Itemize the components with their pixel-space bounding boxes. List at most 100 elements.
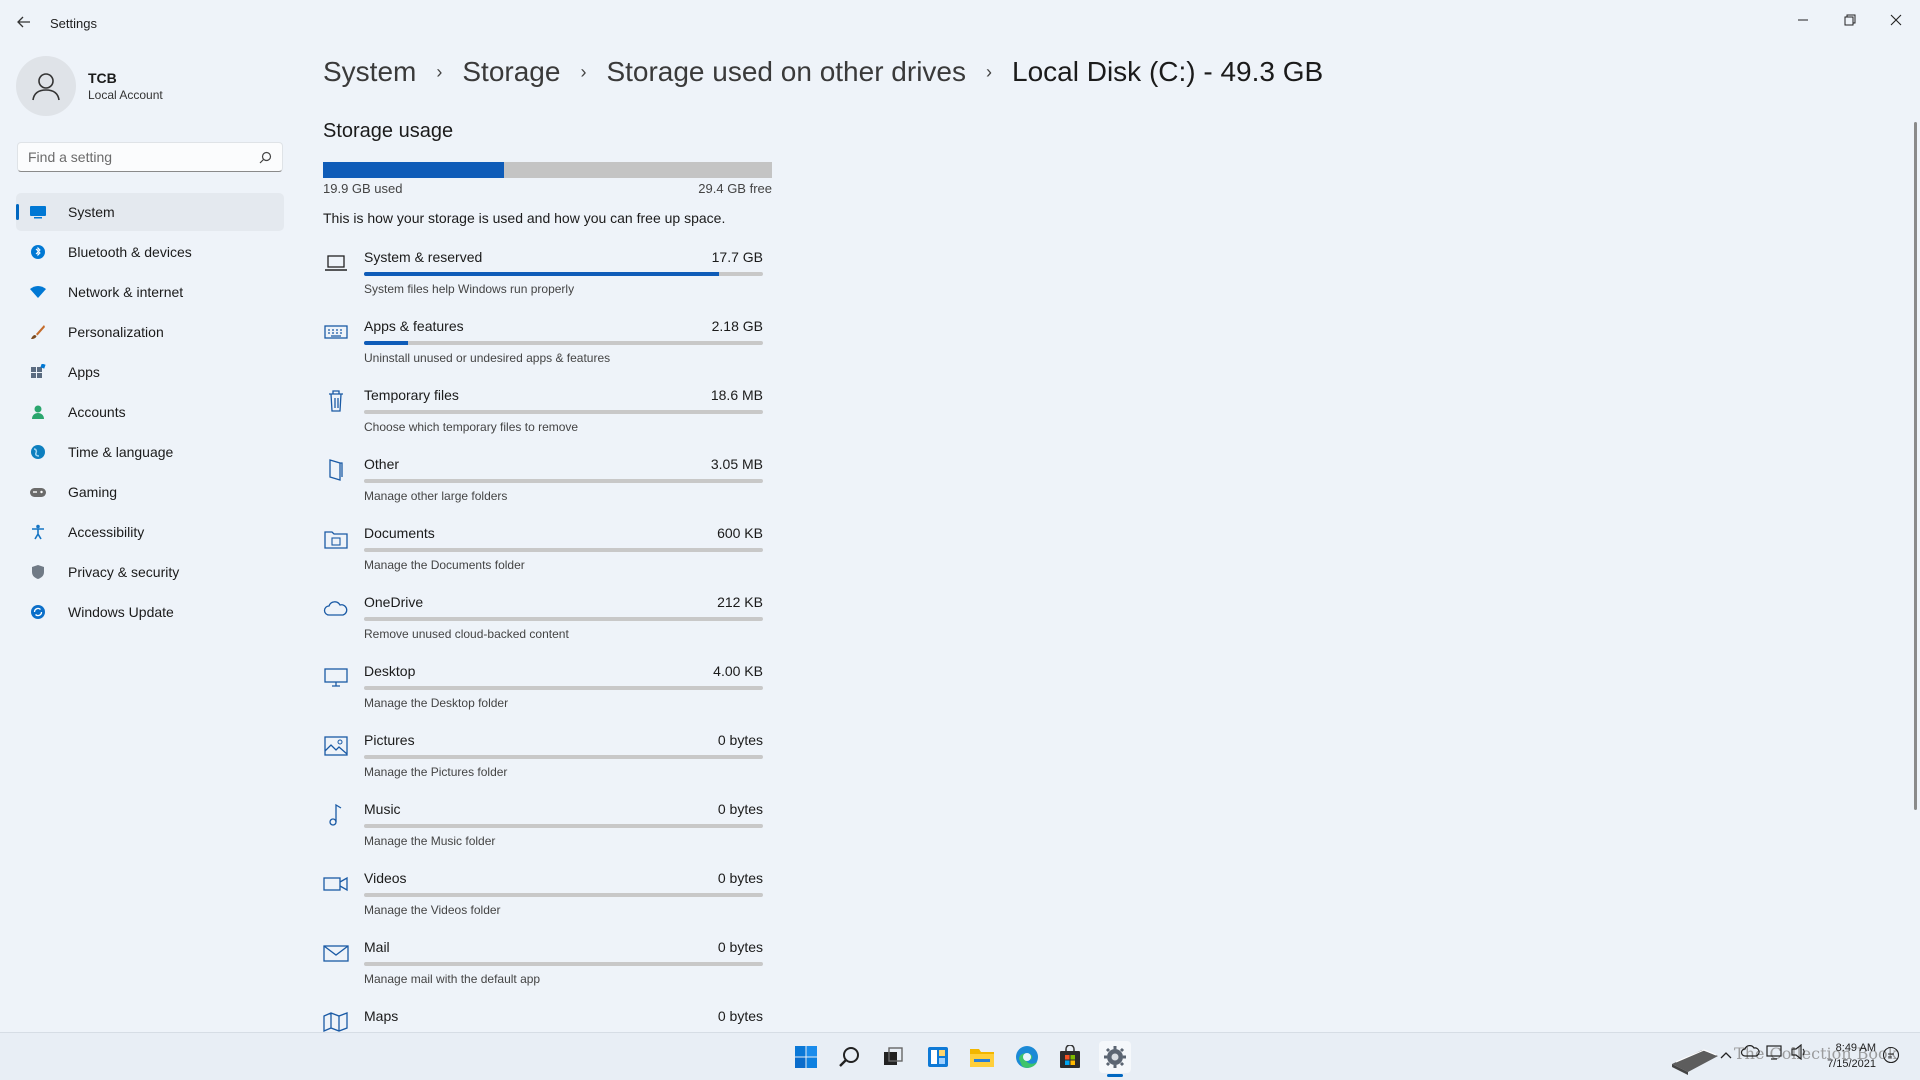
category-bar	[364, 755, 763, 759]
laptop-icon	[323, 250, 349, 276]
widgets-icon[interactable]	[922, 1041, 954, 1073]
category-bar	[364, 410, 763, 414]
settings-icon[interactable]	[1099, 1041, 1131, 1073]
category-bar	[364, 824, 763, 828]
storage-free-label: 29.4 GB free	[698, 181, 772, 196]
chevron-right-icon: ›	[436, 61, 443, 82]
gamepad-icon	[28, 482, 48, 502]
category-name: Music	[364, 801, 401, 817]
storage-description: This is how your storage is used and how…	[323, 210, 726, 226]
category-description: Manage the Documents folder	[364, 558, 525, 572]
book-watermark-icon	[1668, 1036, 1724, 1079]
notifications-icon[interactable]	[1882, 1046, 1900, 1067]
category-onedrive[interactable]: OneDrive 212 KB Remove unused cloud-back…	[323, 591, 763, 660]
user-profile[interactable]: TCB Local Account	[16, 56, 163, 116]
back-arrow-icon	[17, 16, 30, 28]
breadcrumb-other-drives[interactable]: Storage used on other drives	[606, 56, 966, 88]
sidebar-item-accounts[interactable]: Accounts	[16, 393, 284, 431]
task-view-icon[interactable]	[877, 1041, 909, 1073]
category-size: 18.6 MB	[710, 387, 763, 403]
sidebar-item-time-language[interactable]: Time & language	[16, 433, 284, 471]
sidebar-item-label: Gaming	[68, 484, 118, 500]
category-music[interactable]: Music 0 bytes Manage the Music folder	[323, 798, 763, 867]
search-icon[interactable]	[834, 1041, 866, 1073]
category-other[interactable]: Other 3.05 MB Manage other large folders	[323, 453, 763, 522]
sidebar-item-label: Windows Update	[68, 604, 174, 620]
category-bar	[364, 962, 763, 966]
sidebar-item-label: System	[68, 204, 115, 220]
onedrive-tray-icon[interactable]	[1740, 1044, 1760, 1061]
category-temporary-files[interactable]: Temporary files 18.6 MB Choose which tem…	[323, 384, 763, 453]
category-desktop[interactable]: Desktop 4.00 KB Manage the Desktop folde…	[323, 660, 763, 729]
documents-icon	[323, 526, 349, 552]
sidebar-item-label: Time & language	[68, 444, 174, 460]
system-icon	[28, 202, 48, 222]
category-system-reserved[interactable]: System & reserved 17.7 GB System files h…	[323, 246, 763, 315]
breadcrumb-storage[interactable]: Storage	[462, 56, 560, 88]
breadcrumb-system[interactable]: System	[323, 56, 416, 88]
category-name: Pictures	[364, 732, 415, 748]
clock-time[interactable]: 8:49 AM	[1826, 1042, 1876, 1054]
chevron-up-icon[interactable]	[1720, 1048, 1732, 1063]
category-videos[interactable]: Videos 0 bytes Manage the Videos folder	[323, 867, 763, 936]
back-button[interactable]	[14, 12, 34, 32]
scrollbar[interactable]	[1914, 122, 1917, 810]
globe-icon	[28, 442, 48, 462]
apps-icon	[28, 362, 48, 382]
storage-usage-fill	[323, 162, 505, 178]
search-icon[interactable]	[259, 151, 272, 164]
category-description: Manage the Pictures folder	[364, 765, 508, 779]
sidebar-item-system[interactable]: System	[16, 193, 284, 231]
start-icon[interactable]	[790, 1041, 822, 1073]
category-description: Manage other large folders	[364, 489, 508, 503]
category-bar-fill	[364, 341, 408, 345]
category-description: Uninstall unused or undesired apps & fea…	[364, 351, 611, 365]
mail-icon	[323, 940, 349, 966]
network-tray-icon[interactable]	[1766, 1044, 1784, 1063]
category-bar	[364, 479, 763, 483]
sidebar-nav: System Bluetooth & devices Network & int…	[16, 193, 284, 633]
storage-category-list: System & reserved 17.7 GB System files h…	[323, 246, 763, 1074]
sidebar-item-gaming[interactable]: Gaming	[16, 473, 284, 511]
sidebar-item-personalization[interactable]: Personalization	[16, 313, 284, 351]
cloud-icon	[323, 595, 349, 621]
category-description: Manage mail with the default app	[364, 972, 541, 986]
category-name: Apps & features	[364, 318, 464, 334]
category-mail[interactable]: Mail 0 bytes Manage mail with the defaul…	[323, 936, 763, 1005]
sidebar-item-bluetooth[interactable]: Bluetooth & devices	[16, 233, 284, 271]
wifi-icon	[28, 282, 48, 302]
category-description: Choose which temporary files to remove	[364, 420, 579, 434]
update-icon	[28, 602, 48, 622]
sidebar-item-accessibility[interactable]: Accessibility	[16, 513, 284, 551]
category-name: Other	[364, 456, 400, 472]
sidebar-item-apps[interactable]: Apps	[16, 353, 284, 391]
category-name: Temporary files	[364, 387, 459, 403]
category-size: 600 KB	[717, 525, 763, 541]
category-name: Desktop	[364, 663, 416, 679]
category-size: 3.05 MB	[710, 456, 763, 472]
restore-button[interactable]	[1827, 6, 1873, 34]
sidebar-item-label: Privacy & security	[68, 564, 180, 580]
store-icon[interactable]	[1054, 1041, 1086, 1073]
category-pictures[interactable]: Pictures 0 bytes Manage the Pictures fol…	[323, 729, 763, 798]
search-input[interactable]	[28, 149, 259, 165]
profile-name: TCB	[88, 70, 117, 86]
category-description: Manage the Music folder	[364, 834, 496, 848]
sidebar-item-privacy[interactable]: Privacy & security	[16, 553, 284, 591]
minimize-button[interactable]	[1780, 6, 1826, 34]
sidebar-item-windows-update[interactable]: Windows Update	[16, 593, 284, 631]
category-documents[interactable]: Documents 600 KB Manage the Documents fo…	[323, 522, 763, 591]
close-button[interactable]	[1873, 6, 1919, 34]
title-bar: Settings	[0, 0, 1920, 44]
profile-account-type: Local Account	[88, 88, 163, 102]
search-box[interactable]	[17, 142, 283, 172]
app-title: Settings	[50, 16, 97, 31]
chevron-right-icon: ›	[986, 61, 992, 82]
clock-date[interactable]: 7/15/2021	[1820, 1058, 1876, 1070]
volume-icon[interactable]	[1790, 1043, 1808, 1063]
edge-icon[interactable]	[1011, 1041, 1043, 1073]
file-explorer-icon[interactable]	[966, 1041, 998, 1073]
sidebar-item-network[interactable]: Network & internet	[16, 273, 284, 311]
category-apps-features[interactable]: Apps & features 2.18 GB Uninstall unused…	[323, 315, 763, 384]
sidebar-item-label: Accounts	[68, 404, 126, 420]
